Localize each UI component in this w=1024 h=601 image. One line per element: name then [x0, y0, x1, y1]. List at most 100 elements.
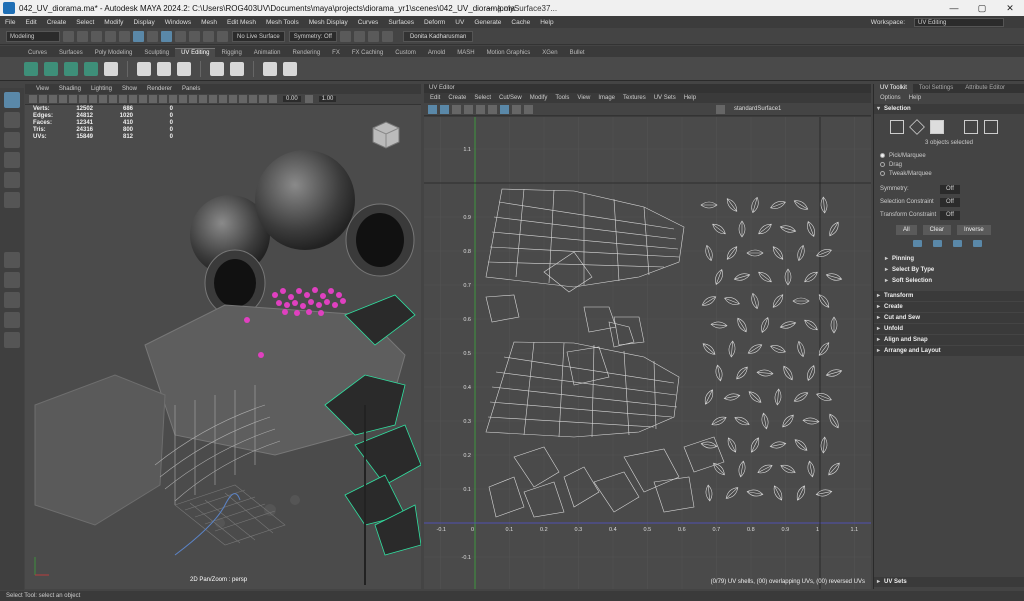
gamma-field[interactable]: 1.00	[318, 96, 337, 102]
uv-menu-select[interactable]: Select	[470, 95, 495, 101]
mode-drag[interactable]: Drag	[874, 161, 1024, 170]
render-settings-icon[interactable]	[367, 30, 379, 42]
shelf-tab-rigging[interactable]: Rigging	[215, 49, 247, 57]
viewport-menu-show[interactable]: Show	[117, 86, 142, 92]
selection-constraint-dropdown[interactable]: Off	[940, 198, 960, 207]
safe-action-icon[interactable]	[119, 95, 127, 103]
menu-edit[interactable]: Edit	[20, 19, 41, 26]
hypershade-icon[interactable]	[381, 30, 393, 42]
shelf-tab-curves[interactable]: Curves	[22, 49, 53, 57]
render-current-icon[interactable]	[339, 30, 351, 42]
vertex-mode-icon[interactable]	[890, 120, 904, 134]
texture-dropdown[interactable]: standardSurface1	[734, 106, 781, 112]
section-create[interactable]: Create	[874, 302, 1024, 312]
shelf-tab-motion-graphics[interactable]: Motion Graphics	[481, 49, 537, 57]
user-account-button[interactable]: Donita Kadharusman	[402, 30, 474, 42]
workspace-dropdown[interactable]: UV Editing	[914, 17, 1004, 27]
search-icon[interactable]	[4, 332, 20, 348]
tab-tool-settings[interactable]: Tool Settings	[913, 84, 959, 93]
safe-title-icon[interactable]	[129, 95, 137, 103]
uv-grid-icon[interactable]	[428, 104, 437, 114]
select-tool-icon[interactable]	[4, 92, 20, 108]
select-shell-border-icon[interactable]	[973, 240, 982, 247]
select-all-button[interactable]: All	[896, 225, 917, 235]
tab-uv-toolkit[interactable]: UV Toolkit	[874, 84, 913, 93]
select-border-icon[interactable]	[953, 240, 962, 247]
shelf-tab-rendering[interactable]: Rendering	[286, 49, 326, 57]
viewport-menu-panels[interactable]: Panels	[177, 86, 205, 92]
gamma-icon[interactable]	[304, 95, 313, 103]
uv-snapshot-icon[interactable]	[512, 104, 521, 114]
outliner-layout-icon[interactable]	[4, 312, 20, 328]
shelf-tab-surfaces[interactable]: Surfaces	[53, 49, 89, 57]
uv-texture-borders-icon[interactable]	[464, 104, 473, 114]
viewport-menu-shading[interactable]: Shading	[54, 86, 86, 92]
camera-based-map-icon[interactable]	[104, 61, 118, 76]
xray-icon[interactable]	[239, 95, 247, 103]
new-scene-icon[interactable]	[63, 30, 74, 42]
automatic-map-icon[interactable]	[44, 61, 58, 76]
shelf-tab-sculpting[interactable]: Sculpting	[138, 49, 175, 57]
section-align-and-snap[interactable]: Align and Snap	[874, 335, 1024, 345]
tab-attribute-editor[interactable]: Attribute Editor	[959, 84, 1011, 93]
menu-generate[interactable]: Generate	[469, 19, 506, 26]
snap-point-icon[interactable]	[203, 30, 214, 42]
single-pane-layout-icon[interactable]	[4, 252, 20, 268]
shelf-tab-uv-editing[interactable]: UV Editing	[175, 48, 216, 57]
cut-sew-tool-icon[interactable]	[230, 61, 244, 76]
sew-uv-icon[interactable]	[157, 61, 171, 76]
shelf-tab-animation[interactable]: Animation	[248, 49, 287, 57]
cylindrical-map-icon[interactable]	[64, 61, 78, 76]
menu-create[interactable]: Create	[42, 19, 72, 26]
uv-menu-edit[interactable]: Edit	[426, 95, 444, 101]
uv-image-display-icon[interactable]	[500, 104, 509, 114]
select-by-hierarchy-icon[interactable]	[133, 30, 144, 42]
uv-menu-uv-sets[interactable]: UV Sets	[650, 95, 680, 101]
inverse-selection-button[interactable]: Inverse	[957, 225, 991, 235]
uv-distortion-icon[interactable]	[452, 104, 461, 114]
uv-filter-icon[interactable]	[488, 104, 497, 114]
smooth-shade-icon[interactable]	[149, 95, 157, 103]
menu-uv[interactable]: UV	[450, 19, 469, 26]
exposure-icon[interactable]	[269, 95, 277, 103]
section-uv-sets[interactable]: UV Sets	[874, 577, 1024, 587]
uv-menu-modify[interactable]: Modify	[526, 95, 552, 101]
menu-mesh[interactable]: Mesh	[196, 19, 222, 26]
four-pane-layout-icon[interactable]	[4, 272, 20, 288]
menu-set-dropdown[interactable]: Modeling	[6, 30, 60, 42]
minimize-button[interactable]: —	[940, 3, 968, 13]
shadows-icon[interactable]	[189, 95, 197, 103]
select-by-component-icon[interactable]	[161, 30, 172, 42]
move-tool-icon[interactable]	[4, 152, 20, 168]
select-by-object-icon[interactable]	[147, 30, 158, 42]
viewport-menu-view[interactable]: View	[31, 86, 54, 92]
menu-deform[interactable]: Deform	[419, 19, 450, 26]
section-transform[interactable]: Transform	[874, 291, 1024, 301]
subsection-select-by-type[interactable]: Select By Type	[874, 265, 1024, 275]
uv-menu-create[interactable]: Create	[444, 95, 470, 101]
two-pane-layout-icon[interactable]	[4, 292, 20, 308]
menu-display[interactable]: Display	[128, 19, 159, 26]
shelf-tab-bullet[interactable]: Bullet	[564, 49, 591, 57]
wireframe-icon[interactable]	[139, 95, 147, 103]
symmetry-dropdown[interactable]: Off	[940, 185, 960, 194]
section-unfold[interactable]: Unfold	[874, 324, 1024, 334]
uv-checker-icon[interactable]	[476, 104, 485, 114]
ambient-occlusion-icon[interactable]	[199, 95, 207, 103]
shelf-tab-xgen[interactable]: XGen	[536, 49, 563, 57]
perspective-viewport[interactable]: View Shading Lighting Show Renderer Pane…	[25, 84, 421, 589]
resolution-gate-icon[interactable]	[89, 95, 97, 103]
menu-mesh-display[interactable]: Mesh Display	[304, 19, 353, 26]
xray-joints-icon[interactable]	[249, 95, 257, 103]
viewport-menu-renderer[interactable]: Renderer	[142, 86, 177, 92]
textured-icon[interactable]	[169, 95, 177, 103]
cut-uv-icon[interactable]	[137, 61, 151, 76]
uv-menu-tools[interactable]: Tools	[551, 95, 573, 101]
toolkit-menu-help[interactable]: Help	[909, 95, 921, 101]
uv-menu-textures[interactable]: Textures	[619, 95, 650, 101]
mode-tweak-marquee[interactable]: Tweak/Marquee	[874, 170, 1024, 179]
subsection-pinning[interactable]: Pinning	[874, 254, 1024, 264]
shelf-tab-custom[interactable]: Custom	[389, 49, 422, 57]
planar-map-icon[interactable]	[24, 61, 38, 76]
move-sew-icon[interactable]	[177, 61, 191, 76]
